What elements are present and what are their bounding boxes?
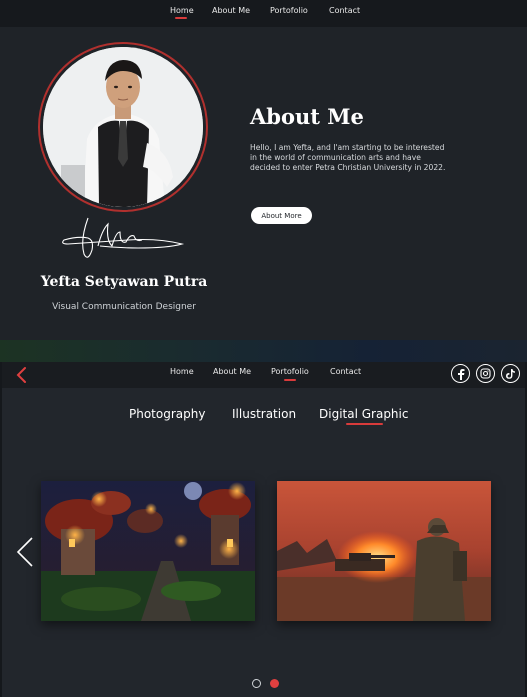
tab-illustration[interactable]: Illustration (232, 407, 296, 421)
nav-home[interactable]: Home (170, 367, 194, 376)
section-divider (0, 340, 527, 362)
profile-role: Visual Communication Designer (52, 302, 196, 312)
carousel-dot-1[interactable] (252, 679, 261, 688)
top-nav: Home About Me Portofolio Contact (0, 0, 527, 27)
nav-portfolio[interactable]: Portofolio (270, 6, 308, 15)
gallery-card-war-scene[interactable] (277, 481, 491, 621)
carousel-dot-2-active[interactable] (270, 679, 279, 688)
about-title: About Me (250, 104, 364, 129)
tab-digital-graphic[interactable]: Digital Graphic (319, 407, 408, 421)
nav-contact[interactable]: Contact (330, 367, 361, 376)
portfolio-screen: Home About Me Portofolio Contact Photogr… (0, 362, 527, 697)
tab-photography[interactable]: Photography (129, 407, 205, 421)
about-more-button[interactable]: About More (251, 207, 312, 224)
facebook-icon[interactable] (451, 364, 470, 383)
nav-about[interactable]: About Me (212, 6, 250, 15)
nav-home[interactable]: Home (170, 6, 194, 15)
nav-contact[interactable]: Contact (329, 6, 360, 15)
instagram-icon[interactable] (476, 364, 495, 383)
profile-photo (43, 47, 203, 207)
about-screen: Home About Me Portofolio Contact Yefta S… (0, 0, 527, 340)
carousel-prev-arrow-icon[interactable] (14, 536, 36, 568)
back-arrow-icon[interactable] (14, 366, 30, 384)
active-nav-indicator (284, 379, 296, 381)
active-nav-indicator (175, 17, 187, 19)
signature-graphic (62, 217, 185, 258)
active-tab-indicator (346, 423, 383, 425)
tiktok-icon[interactable] (501, 364, 520, 383)
gallery-card-fantasy-village[interactable] (41, 481, 255, 621)
nav-portfolio[interactable]: Portofolio (271, 367, 309, 376)
nav-about[interactable]: About Me (213, 367, 251, 376)
profile-name: Yefta Setyawan Putra (40, 274, 208, 290)
top-nav: Home About Me Portofolio Contact (2, 362, 525, 388)
about-description: Hello, I am Yefta, and I'am starting to … (250, 143, 446, 172)
